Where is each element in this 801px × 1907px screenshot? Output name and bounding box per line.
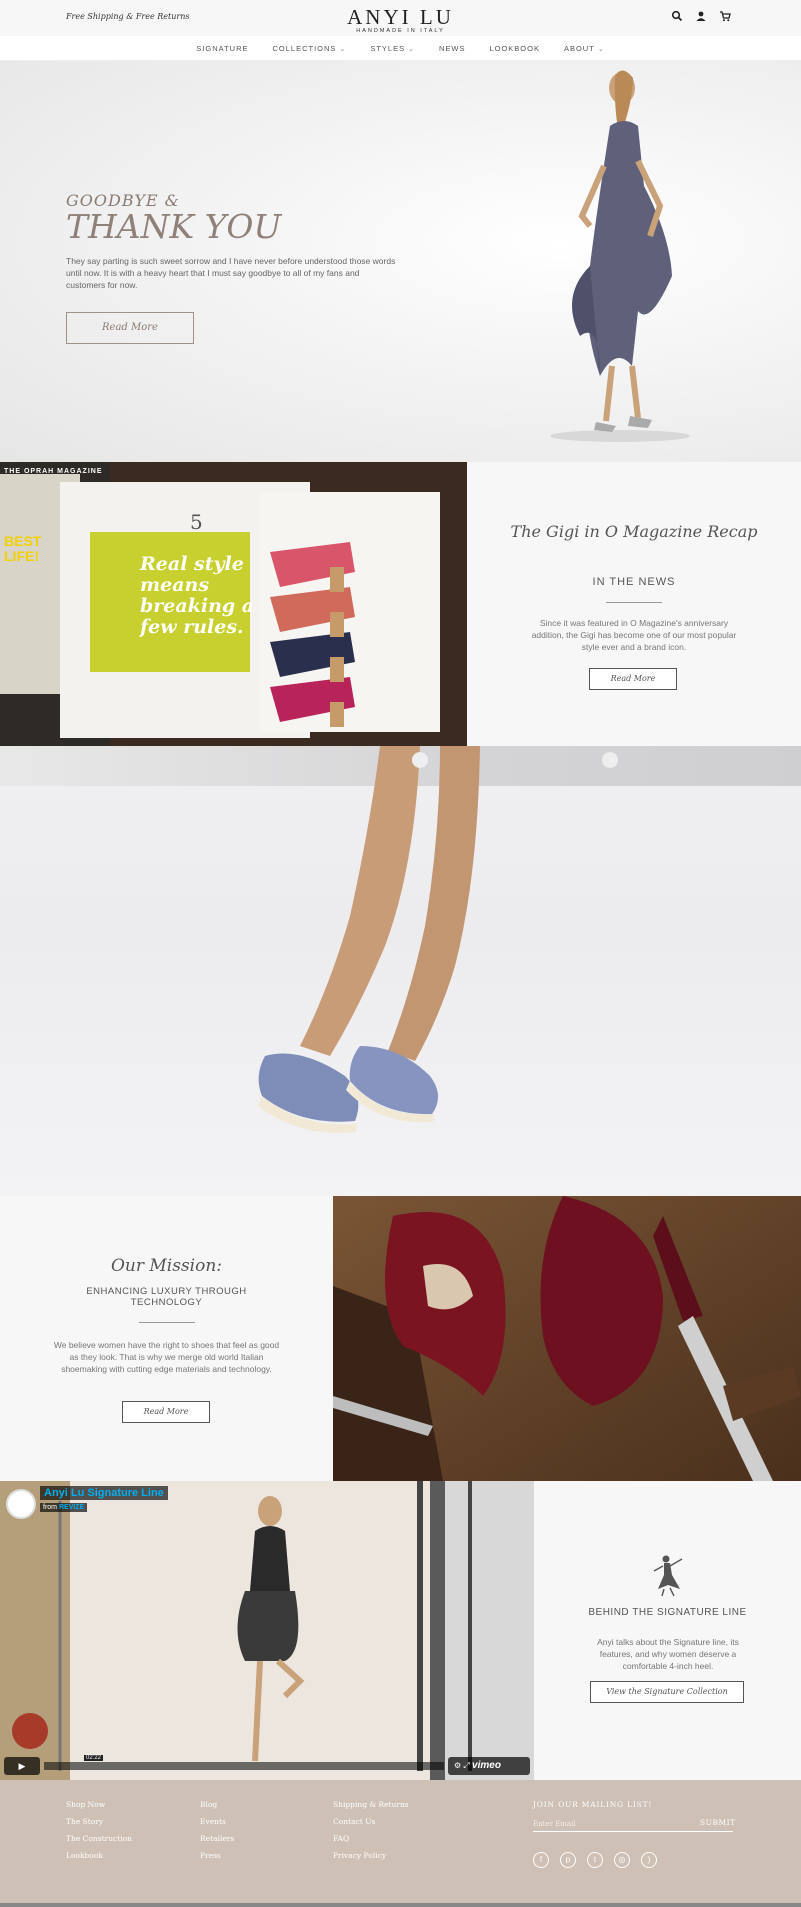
mission-subtitle: ENHANCING LUXURY THROUGH TECHNOLOGY <box>86 1286 247 1308</box>
view-signature-collection-button[interactable]: View the Signature Collection <box>590 1681 744 1703</box>
video-author-link[interactable]: REVIZE <box>59 1504 84 1511</box>
header-icons <box>671 9 731 22</box>
pinterest-icon[interactable]: p <box>560 1852 576 1868</box>
facebook-icon[interactable]: f <box>533 1852 549 1868</box>
site-footer: Shop Now The Story The Construction Look… <box>0 1780 801 1907</box>
magazine-title: The Gigi in O Magazine Recap <box>510 522 758 541</box>
video-right-controls: ⚙ ⤢ vimeo <box>448 1757 530 1775</box>
search-icon[interactable] <box>671 9 683 22</box>
footer-column-help: Shipping & Returns Contact Us FAQ Privac… <box>333 1800 409 1868</box>
account-icon[interactable] <box>695 9 707 21</box>
magazine-subtitle: IN THE NEWS <box>592 576 676 588</box>
footer-column-shop: Shop Now The Story The Construction Look… <box>66 1800 132 1868</box>
footer-link[interactable]: Shipping & Returns <box>333 1800 409 1809</box>
video-title[interactable]: Anyi Lu Signature Line <box>40 1486 168 1500</box>
rss-icon[interactable]: ) <box>641 1852 657 1868</box>
brand-silhouette-icon <box>653 1555 683 1597</box>
signature-description: Anyi talks about the Signature line, its… <box>597 1637 739 1671</box>
nav-item-collections[interactable]: COLLECTIONS ⌄ <box>273 44 347 53</box>
signature-title: BEHIND THE SIGNATURE LINE <box>588 1607 747 1618</box>
footer-link[interactable]: Blog <box>200 1800 234 1809</box>
magazine-description: Since it was featured in O Magazine's an… <box>531 618 737 652</box>
magazine-cover-line: BEST LIFE! <box>4 533 42 564</box>
nav-item-about[interactable]: ABOUT ⌄ <box>564 44 605 53</box>
signature-panel: BEHIND THE SIGNATURE LINE Anyi talks abo… <box>534 1481 801 1780</box>
nav-list: SIGNATURE COLLECTIONS ⌄ STYLES ⌄ NEWS LOOK… <box>196 44 604 53</box>
video-time: 02:22 <box>84 1755 104 1761</box>
magazine-feature-panel: The Gigi in O Magazine Recap IN THE NEWS… <box>467 462 801 746</box>
mailing-list-title: JOIN OUR MAILING LIST! <box>533 1800 653 1809</box>
legs-illustration <box>258 746 618 1133</box>
footer-link[interactable]: Lookbook <box>66 1851 132 1860</box>
mission-title: Our Mission: <box>110 1256 223 1276</box>
chevron-down-icon: ⌄ <box>339 46 347 53</box>
workshop-illustration <box>333 1196 801 1481</box>
hero-read-more-button[interactable]: Read More <box>66 312 194 344</box>
play-icon: ▶ <box>18 1761 26 1771</box>
video-frame <box>0 1481 534 1780</box>
video-byline: from REVIZE <box>40 1503 88 1512</box>
bottom-strip <box>0 1903 801 1907</box>
video-progress-bar[interactable]: 02:22 <box>44 1755 444 1770</box>
nav-item-news[interactable]: NEWS <box>439 44 466 53</box>
nav-item-styles[interactable]: STYLES ⌄ <box>370 44 415 53</box>
twitter-icon[interactable]: t <box>587 1852 603 1868</box>
footer-link[interactable]: Privacy Policy <box>333 1851 409 1860</box>
video-player[interactable]: Anyi Lu Signature Line from REVIZE ▶ 02:… <box>0 1481 534 1780</box>
magazine-image: 5 THE OPRAH MAGAZINE BEST LIFE! Real sty… <box>0 462 467 746</box>
footer-link[interactable]: Events <box>200 1817 234 1826</box>
footer-column-blog: Blog Events Retailers Press <box>200 1800 234 1868</box>
hero-banner: GOODBYE & THANK YOU They say parting is … <box>0 61 801 462</box>
instagram-icon[interactable]: ◎ <box>614 1852 630 1868</box>
top-bar: Free Shipping & Free Returns ANYI LU HAN… <box>0 0 801 36</box>
mission-read-more-button[interactable]: Read More <box>122 1401 210 1423</box>
hero-model-image <box>550 70 690 442</box>
footer-link[interactable]: Contact Us <box>333 1817 409 1826</box>
footer-link[interactable]: Press <box>200 1851 234 1860</box>
magazine-spread-quote: Real style means breaking a few rules. <box>140 553 255 638</box>
play-button[interactable]: ▶ <box>4 1757 40 1775</box>
channel-avatar[interactable] <box>6 1489 36 1519</box>
brand-tagline: HANDMADE IN ITALY <box>356 28 445 34</box>
main-nav: SIGNATURE COLLECTIONS ⌄ STYLES ⌄ NEWS LOOK… <box>0 36 801 61</box>
shoes-legs-image <box>0 746 801 1196</box>
fullscreen-icon[interactable]: ⤢ <box>463 1761 469 1770</box>
divider <box>606 602 662 603</box>
footer-link[interactable]: Shop Now <box>66 1800 132 1809</box>
vimeo-logo[interactable]: vimeo <box>472 1760 501 1771</box>
video-controls: ▶ 02:22 ⚙ ⤢ vimeo <box>4 1755 530 1775</box>
nav-item-lookbook[interactable]: LOOKBOOK <box>489 44 540 53</box>
workshop-shoes-image <box>333 1196 801 1481</box>
mission-panel: Our Mission: ENHANCING LUXURY THROUGH TE… <box>0 1196 333 1481</box>
footer-link[interactable]: The Construction <box>66 1834 132 1843</box>
settings-icon[interactable]: ⚙ <box>454 1761 461 1770</box>
submit-button[interactable]: SUBMIT <box>700 1818 736 1827</box>
footer-link[interactable]: Retailers <box>200 1834 234 1843</box>
brand-name[interactable]: ANYI LU <box>347 5 454 29</box>
chevron-down-icon: ⌄ <box>597 46 605 53</box>
hero-body: They say parting is such sweet sorrow an… <box>66 256 396 290</box>
footer-link[interactable]: The Story <box>66 1817 132 1826</box>
magazine-read-more-button[interactable]: Read More <box>589 668 677 690</box>
footer-link[interactable]: FAQ <box>333 1834 409 1843</box>
chevron-down-icon: ⌄ <box>408 46 415 53</box>
magazine-page-number: 5 <box>190 510 203 534</box>
divider <box>139 1322 195 1323</box>
cart-icon[interactable] <box>719 9 731 22</box>
nav-item-signature[interactable]: SIGNATURE <box>196 44 248 53</box>
hero-headline: THANK YOU <box>66 207 282 246</box>
magazine-cover-brand: THE OPRAH MAGAZINE <box>4 468 103 475</box>
mission-description: We believe women have the right to shoes… <box>53 1340 280 1374</box>
social-links: f p t ◎ ) <box>533 1852 657 1868</box>
